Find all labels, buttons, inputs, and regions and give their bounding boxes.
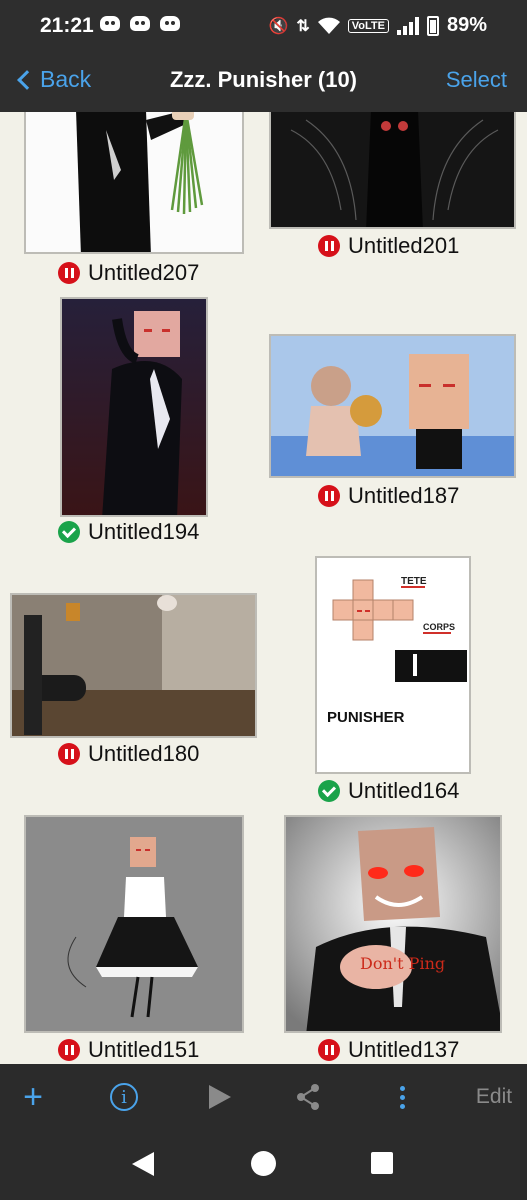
- item-title: Untitled164: [348, 778, 460, 803]
- item-label[interactable]: Untitled164: [318, 778, 459, 804]
- item-label[interactable]: Untitled194: [58, 519, 199, 545]
- pause-status-icon: [318, 485, 340, 507]
- share-button[interactable]: [288, 1064, 328, 1130]
- mute-icon: 🔇: [268, 17, 289, 35]
- item-title: Untitled187: [348, 483, 460, 508]
- artwork-image: [12, 595, 255, 736]
- item-label[interactable]: Untitled207: [58, 260, 199, 286]
- discord-icon: [130, 16, 150, 31]
- more-button[interactable]: [382, 1064, 422, 1130]
- play-button[interactable]: [200, 1064, 240, 1130]
- volte-badge: VoLTE: [347, 18, 389, 33]
- sheet-head-label: TETE: [401, 576, 427, 587]
- item-title: Untitled137: [348, 1037, 460, 1062]
- thumbnail-untitled137[interactable]: Don't Ping: [284, 815, 502, 1033]
- item-title: Untitled151: [88, 1037, 200, 1062]
- item-label[interactable]: Untitled187: [318, 483, 459, 509]
- item-title: Untitled201: [348, 233, 460, 258]
- item-label[interactable]: Untitled137: [318, 1037, 459, 1063]
- thumbnail-untitled164[interactable]: TETE CORPS PUNISHER: [315, 556, 471, 774]
- system-recents-icon[interactable]: [371, 1152, 393, 1174]
- battery-percent: 89%: [446, 14, 487, 36]
- pause-status-icon: [318, 1039, 340, 1061]
- thumbnail-untitled151[interactable]: [24, 815, 244, 1033]
- pause-status-icon: [58, 743, 80, 765]
- pause-status-icon: [318, 235, 340, 257]
- item-label[interactable]: Untitled201: [318, 233, 459, 259]
- thumbnail-untitled187[interactable]: [269, 334, 516, 478]
- system-home-icon[interactable]: [251, 1151, 276, 1176]
- battery-icon: [426, 15, 439, 36]
- system-back-icon[interactable]: [132, 1152, 154, 1176]
- plus-icon: +: [23, 1077, 43, 1116]
- synced-status-icon: [58, 521, 80, 543]
- info-button[interactable]: i: [104, 1064, 144, 1130]
- info-icon: i: [110, 1083, 138, 1111]
- edit-button[interactable]: Edit: [464, 1064, 524, 1130]
- item-label[interactable]: Untitled151: [58, 1037, 199, 1063]
- artwork-image: [26, 817, 242, 1031]
- wifi-icon: [317, 17, 340, 34]
- play-icon: [209, 1085, 231, 1109]
- artwork-image: Don't Ping: [286, 817, 500, 1031]
- thumbnail-untitled194[interactable]: [60, 297, 208, 517]
- item-title: Untitled180: [88, 741, 200, 766]
- edit-label: Edit: [475, 1085, 513, 1108]
- thumbnail-untitled201[interactable]: [269, 112, 516, 229]
- artwork-image: [271, 112, 514, 227]
- artwork-image: [62, 299, 206, 515]
- drawing-note: Don't Ping: [360, 954, 445, 973]
- discord-icon: [160, 16, 180, 31]
- sheet-title: PUNISHER: [327, 709, 405, 726]
- artwork-image: [271, 336, 514, 476]
- more-vertical-icon: [399, 1085, 405, 1109]
- item-title: Untitled207: [88, 260, 200, 285]
- status-time: 21:21: [40, 14, 94, 37]
- artwork-image: [26, 112, 242, 252]
- item-title: Untitled194: [88, 519, 200, 544]
- status-bar: 21:21 🔇 ⇅ VoLTE 89%: [0, 0, 527, 52]
- add-button[interactable]: +: [10, 1064, 56, 1130]
- signal-icon: [396, 16, 419, 35]
- thumbnail-untitled207[interactable]: [24, 112, 244, 254]
- pause-status-icon: [58, 262, 80, 284]
- gallery-grid: Untitled207 Untitled201 Untitled194 Unti…: [0, 112, 527, 1064]
- data-arrows-icon: ⇅: [296, 17, 310, 35]
- notification-icons: [100, 16, 180, 31]
- system-navigation-bar: [0, 1130, 527, 1200]
- artwork-image: TETE CORPS PUNISHER: [317, 558, 469, 772]
- synced-status-icon: [318, 780, 340, 802]
- select-button[interactable]: Select: [446, 67, 507, 93]
- discord-icon: [100, 16, 120, 31]
- system-status: 🔇 ⇅ VoLTE 89%: [268, 14, 487, 37]
- thumbnail-untitled180[interactable]: [10, 593, 257, 738]
- item-label[interactable]: Untitled180: [58, 741, 199, 767]
- navigation-bar: Back Zzz. Punisher (10) Select: [0, 52, 527, 112]
- pause-status-icon: [58, 1039, 80, 1061]
- sheet-body-label: CORPS: [423, 622, 455, 632]
- share-icon: [297, 1084, 319, 1110]
- bottom-toolbar: + i Edit: [0, 1064, 527, 1130]
